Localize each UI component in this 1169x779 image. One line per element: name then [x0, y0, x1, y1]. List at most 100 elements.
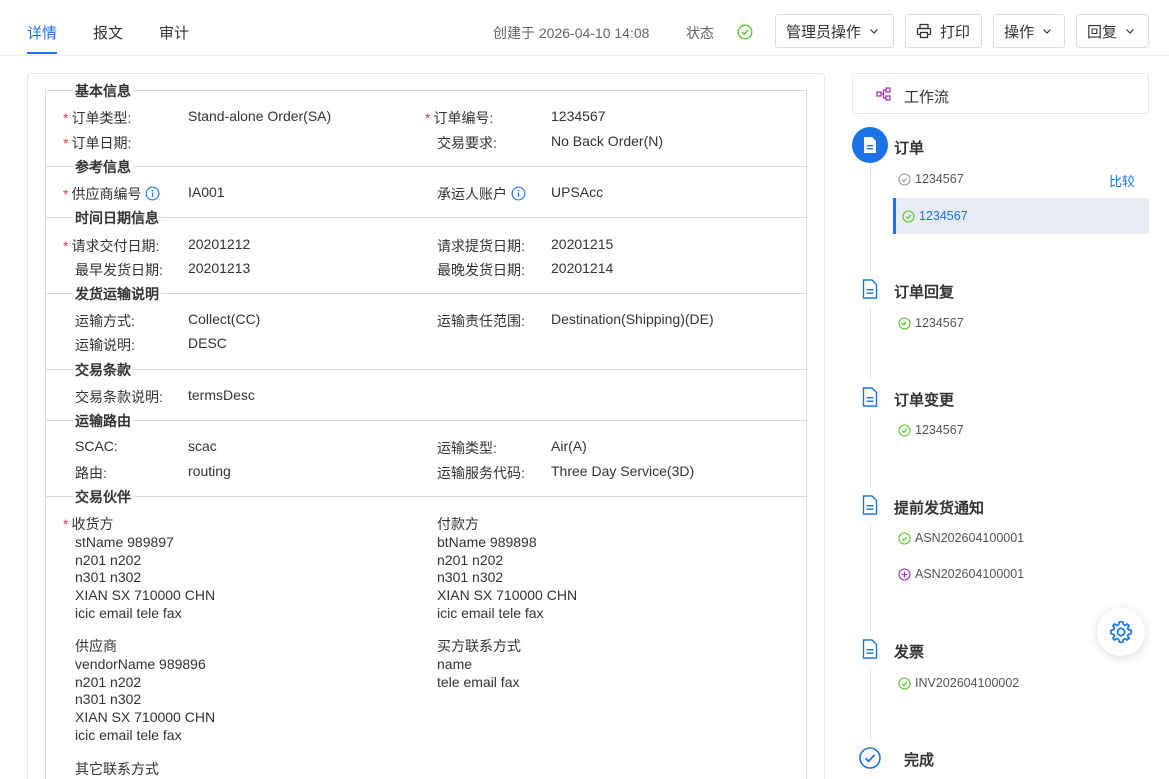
vendor-label: 供应商 [75, 638, 117, 654]
earliest-ship-value: 20201213 [188, 260, 251, 276]
section-title-basic: 基本信息 [73, 81, 133, 101]
workflow-icon [876, 87, 891, 101]
step-title-complete: 完成 [904, 752, 935, 769]
ship-method-value: Collect(CC) [188, 311, 261, 327]
transport-type-value: Air(A) [551, 438, 587, 454]
order-type-value: Stand-alone Order(SA) [188, 108, 332, 124]
workflow-item[interactable]: ASN202604100001 [898, 567, 1024, 581]
terms-desc-label: 交易条款说明: [75, 389, 163, 405]
section-title-terms: 交易条款 [73, 360, 133, 380]
workflow-item[interactable]: 1234567 [898, 423, 964, 437]
step-title-order-change: 订单变更 [894, 392, 955, 409]
workflow-item[interactable]: 1234567 [898, 316, 964, 330]
check-circle-icon [852, 740, 888, 776]
vendor-no-label: * 供应商编号 [63, 184, 160, 204]
carrier-acc-value: UPSAcc [551, 184, 604, 200]
settings-button[interactable] [1097, 608, 1145, 656]
terms-desc-value: termsDesc [188, 387, 255, 403]
check-circle-icon [898, 172, 911, 186]
workflow-title: 工作流 [904, 89, 950, 106]
order-type-label: * 订单类型: [63, 110, 132, 126]
workflow-item-selected[interactable]: 1234567 [893, 198, 1149, 234]
service-code-value: Three Day Service(3D) [551, 463, 695, 479]
divider [45, 369, 807, 370]
double-check-icon [898, 316, 911, 330]
carrier-acc-label: 承运人账户 [437, 184, 526, 204]
info-icon [146, 186, 160, 201]
actions-button[interactable]: 操作 [993, 14, 1065, 48]
active-tab-indicator [27, 52, 57, 54]
workflow-item[interactable]: INV202604100002 [898, 676, 1019, 690]
print-label: 打印 [940, 23, 971, 41]
buyer-contact-address: name tele email fax [437, 656, 520, 690]
chevron-down-icon [870, 29, 878, 34]
check-circle-icon [737, 24, 753, 40]
buyer-contact-label: 买方联系方式 [437, 638, 521, 654]
bill-to-label: 付款方 [437, 516, 479, 532]
req-delivery-label: * 请求交付日期: [63, 238, 160, 254]
service-code-label: 运输服务代码: [437, 465, 525, 481]
route-value: routing [188, 463, 231, 479]
plus-circle-icon [898, 567, 911, 581]
compare-link[interactable]: 比较 [1109, 171, 1135, 190]
ship-scope-value: Destination(Shipping)(DE) [551, 311, 714, 327]
reply-button[interactable]: 回复 [1076, 14, 1149, 48]
vendor-no-value: IA001 [188, 184, 225, 200]
bill-to-address: btName 989898 n201 n202 n301 n302 XIAN S… [437, 534, 578, 621]
document-icon [852, 631, 888, 667]
earliest-ship-label: 最早发货日期: [75, 262, 163, 278]
order-date-label: * 订单日期: [63, 135, 132, 151]
document-icon [852, 379, 888, 415]
req-delivery-value: 20201212 [188, 236, 251, 252]
section-title-dates: 时间日期信息 [73, 208, 161, 228]
tab-messages[interactable]: 报文 [93, 22, 123, 43]
admin-actions-button[interactable]: 管理员操作 [775, 14, 894, 48]
step-title-order: 订单 [894, 140, 925, 157]
chevron-down-icon [1043, 29, 1051, 34]
ship-to-label: * 收货方 [63, 516, 114, 532]
transport-type-label: 运输类型: [437, 440, 497, 456]
document-icon [852, 271, 888, 307]
ship-method-label: 运输方式: [75, 313, 135, 329]
latest-ship-label: 最晚发货日期: [437, 262, 525, 278]
top-bar: 详情 报文 审计 创建于 2026-04-10 14:08 状态 管理员操作 打… [0, 0, 1169, 56]
divider [45, 496, 807, 497]
section-title-routing: 运输路由 [73, 411, 133, 431]
other-contact-label: 其它联系方式 [75, 761, 159, 777]
document-icon [852, 127, 888, 163]
tab-details[interactable]: 详情 [27, 22, 57, 43]
req-pickup-value: 20201215 [551, 236, 614, 252]
ship-desc-label: 运输说明: [75, 337, 135, 353]
print-button[interactable]: 打印 [905, 14, 982, 48]
workflow-item[interactable]: 1234567 [898, 172, 964, 186]
step-title-order-reply: 订单回复 [894, 284, 955, 301]
workflow-header: 工作流 [852, 73, 1149, 114]
latest-ship-value: 20201214 [551, 260, 614, 276]
workflow-item[interactable]: ASN202604100001 [898, 531, 1024, 545]
info-icon [511, 186, 526, 201]
ship-desc-value: DESC [188, 335, 227, 351]
tab-audit[interactable]: 审计 [159, 22, 189, 43]
actions-label: 操作 [1004, 23, 1035, 41]
section-title-partners: 交易伙伴 [73, 487, 133, 507]
check-circle-icon [902, 209, 915, 223]
ship-scope-label: 运输责任范围: [437, 313, 525, 329]
ship-to-address: stName 989897 n201 n202 n301 n302 XIAN S… [75, 534, 216, 621]
section-title-reference: 参考信息 [73, 157, 133, 177]
divider [45, 166, 807, 167]
gear-icon [1109, 620, 1133, 644]
created-timestamp: 创建于 2026-04-10 14:08 [493, 25, 650, 41]
scac-value: scac [188, 438, 217, 454]
order-no-label: * 订单编号: [425, 110, 494, 126]
trade-req-label: 交易要求: [437, 135, 497, 151]
order-no-value: 1234567 [551, 108, 606, 124]
vendor-address: vendorName 989896 n201 n202 n301 n302 XI… [75, 656, 216, 743]
printer-icon [916, 23, 932, 39]
check-circle-icon [898, 676, 911, 690]
reply-label: 回复 [1087, 23, 1118, 41]
admin-actions-label: 管理员操作 [786, 23, 862, 41]
check-circle-icon [898, 531, 911, 545]
check-circle-icon [898, 423, 911, 437]
step-title-invoice: 发票 [894, 644, 925, 661]
section-title-shipping: 发货运输说明 [73, 284, 161, 304]
